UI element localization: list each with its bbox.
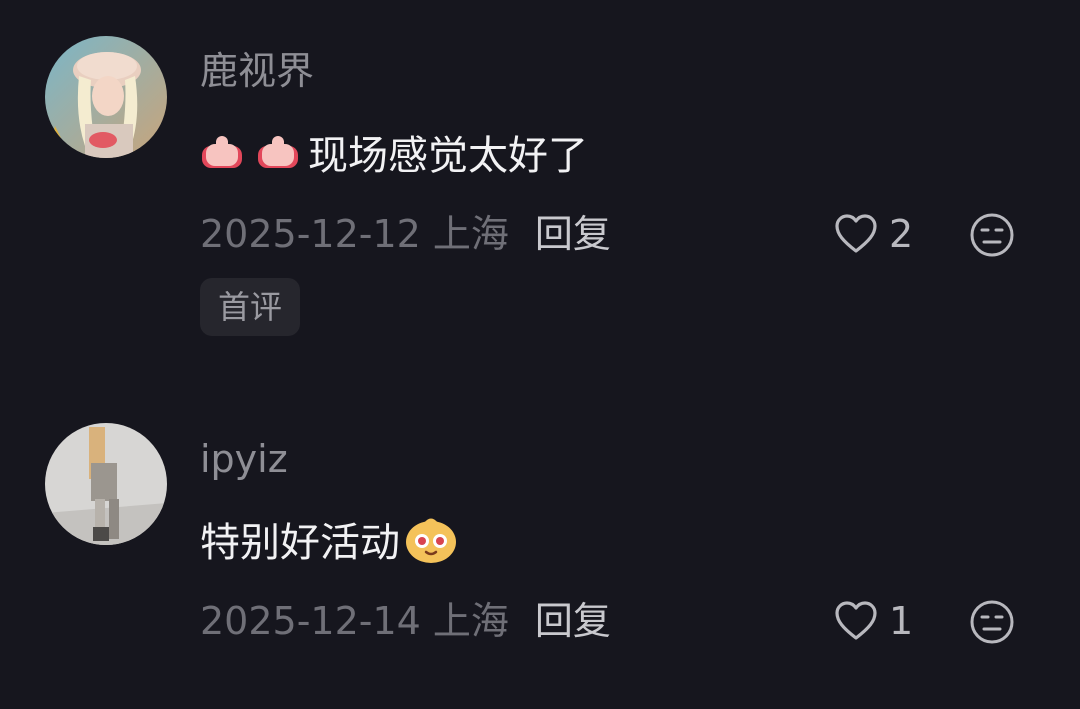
smiling-face-icon bbox=[404, 514, 458, 571]
comment-meta: 2025-12-14 上海 回复 bbox=[200, 602, 611, 640]
comment-item: ipyiz 特别好活动 2025-12-14 上海 回复 1 bbox=[0, 0, 1080, 709]
heart-icon bbox=[835, 601, 877, 640]
reply-button[interactable]: 回复 bbox=[535, 599, 611, 643]
comment-time-location: 2025-12-14 上海 bbox=[200, 599, 509, 643]
avatar[interactable] bbox=[45, 423, 167, 545]
comment-username[interactable]: ipyiz bbox=[200, 440, 288, 478]
comment-text: 特别好活动 bbox=[200, 514, 458, 571]
like-count: 1 bbox=[889, 599, 914, 643]
unamused-face-icon bbox=[970, 600, 1014, 644]
dislike-button[interactable] bbox=[969, 599, 1015, 649]
comment-text-body: 特别好活动 bbox=[200, 519, 400, 566]
like-button[interactable]: 1 bbox=[833, 600, 913, 642]
